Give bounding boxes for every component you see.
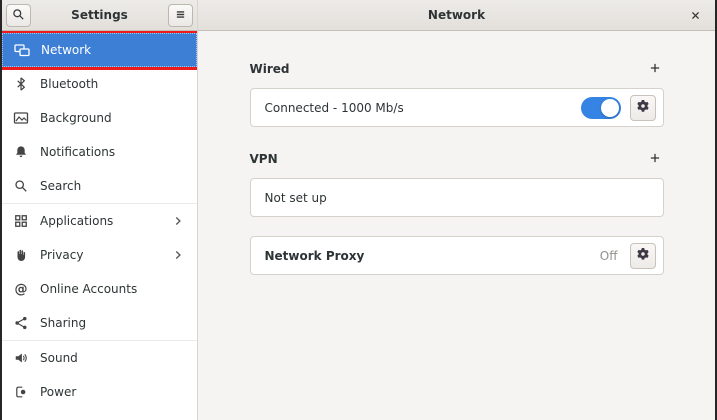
sidebar-item-applications[interactable]: Applications xyxy=(2,204,197,238)
hamburger-menu-icon xyxy=(174,6,187,25)
sidebar-item-label: Notifications xyxy=(40,145,115,159)
sidebar-item-bluetooth[interactable]: Bluetooth xyxy=(2,67,197,101)
add-wired-connection-button[interactable] xyxy=(646,60,664,78)
primary-menu-button[interactable] xyxy=(168,4,193,27)
network-icon xyxy=(14,42,30,58)
sidebar-item-power[interactable]: Power xyxy=(2,375,197,409)
search-button[interactable] xyxy=(6,4,31,27)
power-icon xyxy=(13,384,29,400)
network-panel: Network Wired Connect xyxy=(198,0,715,420)
sound-icon xyxy=(13,350,29,366)
applications-icon xyxy=(13,213,29,229)
sidebar-item-sound[interactable]: Sound xyxy=(2,341,197,375)
privacy-icon xyxy=(13,247,29,263)
proxy-settings-button[interactable] xyxy=(630,243,656,269)
close-icon xyxy=(690,6,701,25)
online-accounts-icon: @ xyxy=(13,281,29,297)
panel-title: Network xyxy=(198,8,715,22)
proxy-section: Network Proxy Off xyxy=(250,236,664,275)
sidebar-item-background[interactable]: Background xyxy=(2,101,197,135)
plus-icon xyxy=(649,149,661,168)
sidebar-item-label: Power xyxy=(40,385,76,399)
sharing-icon xyxy=(13,315,29,331)
wired-settings-button[interactable] xyxy=(630,95,656,121)
sidebar-item-label: Network xyxy=(41,43,91,57)
vpn-status-label: Not set up xyxy=(265,191,656,205)
network-proxy-row[interactable]: Network Proxy Off xyxy=(250,236,664,275)
search-icon xyxy=(12,6,25,25)
chevron-right-icon xyxy=(171,214,185,228)
chevron-right-icon xyxy=(171,248,185,262)
sidebar-item-label: Bluetooth xyxy=(40,77,98,91)
vpn-section-title: VPN xyxy=(250,152,278,166)
background-icon xyxy=(13,110,29,126)
gear-icon xyxy=(636,98,650,117)
sidebar-headerbar: Settings xyxy=(2,0,197,31)
network-content: Wired Connected - 1000 Mb/s xyxy=(250,31,664,275)
sidebar: Settings Network Bluetooth xyxy=(2,0,198,420)
wired-section-title: Wired xyxy=(250,62,290,76)
sidebar-item-sharing[interactable]: Sharing xyxy=(2,306,197,340)
close-button[interactable] xyxy=(686,6,704,24)
wired-toggle[interactable] xyxy=(581,97,621,119)
proxy-title: Network Proxy xyxy=(265,249,591,263)
gear-icon xyxy=(636,246,650,265)
sidebar-item-label: Search xyxy=(40,179,81,193)
vpn-row[interactable]: Not set up xyxy=(250,178,664,217)
sidebar-item-label: Sound xyxy=(40,351,78,365)
settings-window: Settings Network Bluetooth xyxy=(0,0,717,420)
sidebar-item-search[interactable]: Search xyxy=(2,169,197,203)
main-headerbar: Network xyxy=(198,0,715,31)
search-icon xyxy=(13,178,29,194)
wired-connection-row[interactable]: Connected - 1000 Mb/s xyxy=(250,88,664,127)
toggle-knob xyxy=(601,99,619,117)
sidebar-item-network[interactable]: Network xyxy=(2,33,197,67)
add-vpn-button[interactable] xyxy=(646,150,664,168)
sidebar-item-online-accounts[interactable]: @ Online Accounts xyxy=(2,272,197,306)
bluetooth-icon xyxy=(13,76,29,92)
sidebar-item-label: Applications xyxy=(40,214,113,228)
sidebar-item-privacy[interactable]: Privacy xyxy=(2,238,197,272)
sidebar-item-label: Privacy xyxy=(40,248,83,262)
sidebar-nav: Network Bluetooth Background Notificatio… xyxy=(2,31,197,420)
vpn-section: VPN Not set up xyxy=(250,151,664,217)
notifications-icon xyxy=(13,144,29,160)
sidebar-item-notifications[interactable]: Notifications xyxy=(2,135,197,169)
wired-status-label: Connected - 1000 Mb/s xyxy=(265,101,572,115)
proxy-status: Off xyxy=(600,249,618,263)
sidebar-item-label: Online Accounts xyxy=(40,282,137,296)
plus-icon xyxy=(649,59,661,78)
wired-section: Wired Connected - 1000 Mb/s xyxy=(250,61,664,127)
sidebar-item-label: Sharing xyxy=(40,316,86,330)
sidebar-item-label: Background xyxy=(40,111,112,125)
